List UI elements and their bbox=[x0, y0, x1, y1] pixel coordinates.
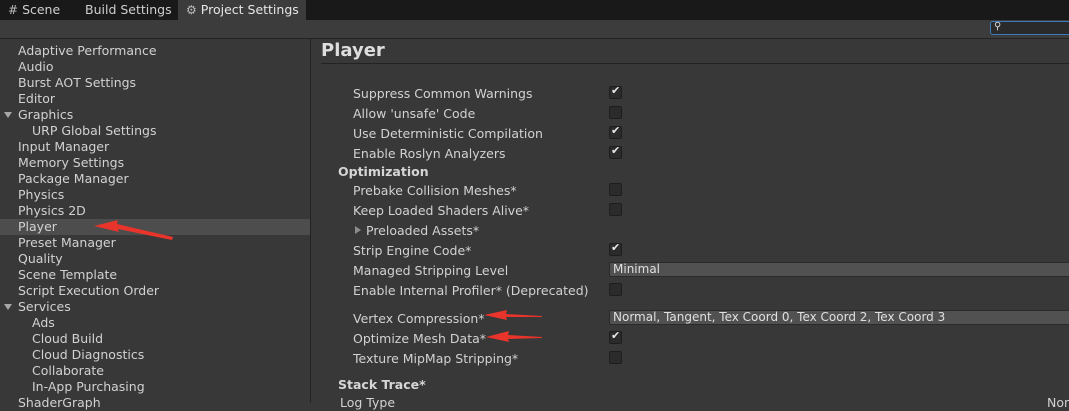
expand-triangle-icon[interactable] bbox=[4, 112, 12, 118]
checkmark-icon: ✔ bbox=[611, 124, 621, 137]
strip-engine-code-checkbox[interactable]: ✔ bbox=[609, 241, 622, 256]
search-input[interactable]: ⚲ bbox=[990, 21, 1069, 35]
sidebar-item-quality[interactable]: Quality bbox=[18, 251, 63, 267]
title-divider bbox=[321, 63, 1069, 64]
prebake-collision-meshes-checkbox[interactable] bbox=[609, 183, 622, 196]
optimize-mesh-data-label: Optimize Mesh Data* bbox=[353, 331, 487, 346]
sidebar-item-services[interactable]: Services bbox=[18, 299, 71, 315]
toolbar: ⚲ bbox=[0, 20, 1069, 39]
keep-shaders-alive-checkbox[interactable] bbox=[609, 203, 622, 216]
roslyn-analyzers-label: Enable Roslyn Analyzers bbox=[353, 146, 506, 161]
foldout-triangle-icon[interactable] bbox=[355, 226, 361, 234]
deterministic-compilation-checkbox[interactable]: ✔ bbox=[609, 124, 622, 139]
sidebar-item-audio[interactable]: Audio bbox=[18, 59, 54, 75]
tab-build-settings[interactable]: Build Settings bbox=[72, 0, 176, 20]
sidebar-item-memory-settings[interactable]: Memory Settings bbox=[18, 155, 124, 171]
keep-shaders-alive-label: Keep Loaded Shaders Alive* bbox=[353, 203, 530, 218]
internal-profiler-checkbox[interactable] bbox=[609, 283, 622, 296]
checkmark-icon: ✔ bbox=[611, 144, 621, 157]
sidebar-item-cloud-diagnostics[interactable]: Cloud Diagnostics bbox=[32, 347, 144, 363]
roslyn-analyzers-checkbox[interactable]: ✔ bbox=[609, 144, 622, 159]
sidebar-item-script-execution-order[interactable]: Script Execution Order bbox=[18, 283, 159, 299]
sidebar-item-scene-template[interactable]: Scene Template bbox=[18, 267, 117, 283]
optimization-header: Optimization bbox=[338, 164, 429, 179]
vertex-compression-label: Vertex Compression* bbox=[353, 311, 485, 326]
sidebar-item-package-manager[interactable]: Package Manager bbox=[18, 171, 129, 187]
stack-trace-header: Stack Trace* bbox=[338, 377, 426, 392]
sidebar-item-editor[interactable]: Editor bbox=[18, 91, 55, 107]
checkmark-icon: ✔ bbox=[611, 84, 621, 97]
sidebar-item-in-app-purchasing[interactable]: In-App Purchasing bbox=[32, 379, 145, 395]
suppress-common-warnings-checkbox[interactable]: ✔ bbox=[609, 84, 622, 99]
sidebar-item-burst-aot-settings[interactable]: Burst AOT Settings bbox=[18, 75, 136, 91]
texture-mipmap-stripping-checkbox[interactable] bbox=[609, 351, 622, 364]
search-icon: ⚲ bbox=[994, 21, 1002, 32]
sidebar-item-collaborate[interactable]: Collaborate bbox=[32, 363, 104, 379]
checkmark-icon: ✔ bbox=[611, 329, 621, 342]
player-settings-panel: Player Suppress Common Warnings ✔ Allow … bbox=[311, 39, 1069, 410]
sidebar-item-shadergraph[interactable]: ShaderGraph bbox=[18, 395, 101, 411]
sidebar-item-graphics[interactable]: Graphics bbox=[18, 107, 73, 123]
sidebar-item-physics-2d[interactable]: Physics 2D bbox=[18, 203, 86, 219]
tab-scene[interactable]: # Scene bbox=[0, 0, 70, 20]
sidebar-item-urp-global-settings[interactable]: URP Global Settings bbox=[32, 123, 156, 139]
prebake-collision-meshes-label: Prebake Collision Meshes* bbox=[353, 183, 517, 198]
tab-project-settings[interactable]: ⚙ Project Settings bbox=[178, 0, 306, 20]
optimize-mesh-data-checkbox[interactable]: ✔ bbox=[609, 329, 622, 344]
annotation-arrow-optimize-mesh bbox=[486, 331, 542, 342]
gear-icon: ⚙ bbox=[186, 3, 197, 17]
checkmark-icon: ✔ bbox=[611, 241, 621, 254]
expand-triangle-icon[interactable] bbox=[4, 304, 12, 310]
texture-mipmap-stripping-label: Texture MipMap Stripping* bbox=[353, 351, 519, 366]
allow-unsafe-code-checkbox[interactable] bbox=[609, 106, 622, 119]
managed-stripping-level-dropdown[interactable]: Minimal bbox=[609, 262, 1069, 277]
sidebar-item-input-manager[interactable]: Input Manager bbox=[18, 139, 109, 155]
managed-stripping-level-label: Managed Stripping Level bbox=[353, 263, 509, 278]
tab-bar: # Scene Build Settings ⚙ Project Settings bbox=[0, 0, 1069, 20]
suppress-common-warnings-label: Suppress Common Warnings bbox=[353, 86, 533, 101]
grid-icon: # bbox=[8, 3, 19, 17]
annotation-arrow-player bbox=[94, 220, 173, 240]
page-title: Player bbox=[321, 40, 385, 61]
strip-engine-code-label: Strip Engine Code* bbox=[353, 243, 472, 258]
allow-unsafe-code-label: Allow 'unsafe' Code bbox=[353, 106, 476, 121]
vertex-compression-dropdown[interactable]: Normal, Tangent, Tex Coord 0, Tex Coord … bbox=[609, 310, 1069, 325]
sidebar-item-physics[interactable]: Physics bbox=[18, 187, 64, 203]
preloaded-assets-foldout[interactable]: Preloaded Assets* bbox=[366, 223, 479, 238]
internal-profiler-label: Enable Internal Profiler* (Deprecated) bbox=[353, 283, 589, 298]
deterministic-compilation-label: Use Deterministic Compilation bbox=[353, 126, 543, 141]
sidebar-item-adaptive-performance[interactable]: Adaptive Performance bbox=[18, 43, 157, 59]
sidebar-item-ads[interactable]: Ads bbox=[32, 315, 55, 331]
sidebar-item-player[interactable]: Player bbox=[18, 219, 57, 235]
annotation-arrow-vertex-compression bbox=[484, 310, 542, 320]
sidebar-item-cloud-build[interactable]: Cloud Build bbox=[32, 331, 103, 347]
